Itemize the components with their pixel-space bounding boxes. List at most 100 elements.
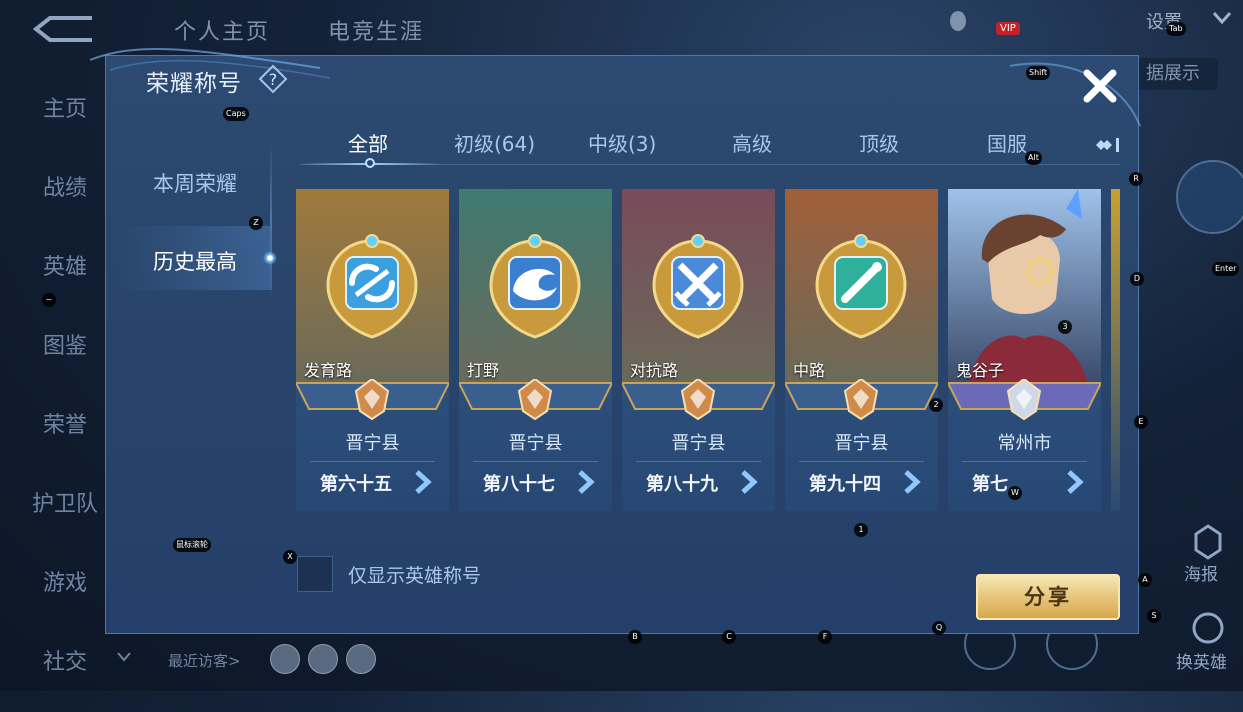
side-tab-indicator (263, 251, 277, 265)
side-divider (270, 140, 272, 300)
card-divider (310, 461, 435, 462)
title-rank: 第七 (972, 474, 1008, 495)
key-hint-shift: Shift (1026, 66, 1051, 80)
chevron-down-icon[interactable] (1212, 10, 1232, 26)
tier-emblem-icon (622, 379, 775, 421)
social-chevron-icon[interactable] (116, 650, 132, 664)
staff-icon (815, 234, 907, 339)
svg-text:?: ? (269, 70, 278, 89)
key-hint-b: B (628, 630, 642, 644)
title-region: 晋宁县 (671, 433, 726, 454)
key-hint-s: S (1147, 609, 1161, 623)
dialog-title: 荣耀称号 (146, 71, 242, 97)
tab-national[interactable]: 国服 (987, 128, 1027, 157)
tab-intermediate[interactable]: 中级(3) (588, 128, 656, 157)
chevron-right-icon[interactable] (412, 469, 434, 495)
title-position-name: 鬼谷子 (956, 361, 1005, 380)
swap-hero-icon[interactable] (1190, 610, 1226, 646)
honor-card[interactable]: 对抗路晋宁县第八十九 (622, 189, 775, 511)
visitor-avatar[interactable] (346, 644, 376, 674)
penguin-icon[interactable] (944, 6, 972, 34)
tier-emblem-icon (459, 379, 612, 421)
visitor-avatar[interactable] (308, 644, 338, 674)
nav-social[interactable]: 社交 (0, 633, 120, 712)
title-rank: 第八十七 (483, 474, 555, 495)
nav-honor[interactable]: 荣誉 (0, 396, 120, 475)
tab-senior[interactable]: 高级 (732, 128, 772, 157)
key-hint-c: C (722, 630, 736, 644)
nav-record[interactable]: 战绩 (0, 159, 120, 238)
key-hint-w: W (1008, 486, 1022, 500)
key-hint-d: D (1130, 272, 1144, 286)
title-region: 晋宁县 (508, 433, 563, 454)
key-hint-caps: Caps (223, 107, 249, 121)
side-tab-weekly[interactable]: 本周荣耀 (120, 168, 270, 198)
bg-left-nav: 主页 战绩 英雄 图鉴 荣誉 护卫队 游戏 社交 (0, 80, 120, 712)
crossed-swords-icon (652, 234, 744, 339)
honor-card[interactable]: 发育路 晋宁县 第六十五 (296, 189, 449, 511)
swap-hero-button[interactable]: 换英雄 (1176, 648, 1227, 673)
key-hint-3: 3 (1058, 320, 1072, 334)
honor-card[interactable]: 中路晋宁县第九十四 (785, 189, 938, 511)
honor-card[interactable]: 鬼谷子常州市第七 (948, 189, 1101, 511)
key-hint-1: 1 (854, 523, 868, 537)
share-button[interactable]: 分享 (976, 574, 1120, 620)
tier-emblem-icon (948, 379, 1101, 421)
key-hint-z: Z (249, 216, 263, 230)
title-rank: 第八十九 (646, 474, 718, 495)
chevron-right-icon[interactable] (1064, 469, 1086, 495)
visitor-avatar[interactable] (270, 644, 300, 674)
nav-guard[interactable]: 护卫队 (0, 475, 120, 554)
hero-titles-only-label: 仅显示英雄称号 (348, 565, 482, 587)
key-hint-x: X (283, 550, 297, 564)
title-position-name: 打野 (467, 361, 500, 380)
nav-home[interactable]: 主页 (0, 80, 120, 159)
recent-visitors-link[interactable]: 最近访客> (168, 650, 241, 671)
nav-game[interactable]: 游戏 (0, 554, 120, 633)
title-rank: 第九十四 (809, 474, 881, 495)
more-tabs-icon[interactable] (1090, 133, 1124, 157)
honor-card-list: 发育路 晋宁县 第六十五 打野 晋宁县 第八十七 对抗路 晋宁县 第八十九 中路 晋宁县 第九十四 鬼谷… (296, 189, 1120, 511)
poster-icon[interactable] (1190, 522, 1226, 562)
close-icon[interactable] (1080, 66, 1120, 106)
bg-orb (1176, 160, 1243, 234)
poster-button[interactable]: 海报 (1184, 560, 1218, 585)
tier-tabs: 全部 初级(64) 中级(3) 高级 顶级 国服 (300, 128, 1120, 162)
honor-card[interactable]: 打野晋宁县第八十七 (459, 189, 612, 511)
key-hint-r: R (1129, 172, 1143, 186)
tab-all[interactable]: 全部 (348, 128, 388, 157)
dash-icon (326, 234, 418, 339)
card-divider (636, 461, 761, 462)
key-hint-alt: Alt (1025, 151, 1042, 165)
title-region: 常州市 (997, 433, 1052, 454)
card-divider (473, 461, 598, 462)
chevron-right-icon[interactable] (575, 469, 597, 495)
nav-atlas[interactable]: 图鉴 (0, 317, 120, 396)
help-icon[interactable]: ? (258, 64, 288, 94)
chevron-right-icon[interactable] (738, 469, 760, 495)
title-position-name: 对抗路 (630, 361, 679, 380)
dragon-icon (489, 234, 581, 339)
key-hint-tilde: ~ (42, 293, 56, 307)
nav-hero[interactable]: 英雄 (0, 238, 120, 317)
key-hint-a: A (1138, 573, 1152, 587)
key-hint-2: 2 (929, 398, 943, 412)
tier-emblem-icon (296, 379, 449, 421)
tab-top[interactable]: 顶级 (859, 128, 899, 157)
side-tab-history-best[interactable]: 历史最高 (120, 246, 270, 276)
hero-titles-only-checkbox[interactable] (297, 556, 333, 592)
title-region: 晋宁县 (345, 433, 400, 454)
tab-junior[interactable]: 初级(64) (454, 128, 535, 157)
vip-badge: VIP (996, 22, 1020, 35)
chevron-right-icon[interactable] (901, 469, 923, 495)
hero-portrait (948, 189, 1101, 385)
title-position-name: 中路 (793, 361, 826, 380)
title-region: 晋宁县 (834, 433, 889, 454)
key-hint-q: Q (932, 621, 946, 635)
key-hint-tab: Tab (1166, 22, 1186, 36)
bg-tab-career[interactable]: 电竞生涯 (328, 14, 424, 46)
card-divider (799, 461, 924, 462)
key-hint-e: E (1134, 415, 1148, 429)
tier-emblem-icon (785, 379, 938, 421)
honor-card-peek[interactable] (1111, 189, 1120, 511)
